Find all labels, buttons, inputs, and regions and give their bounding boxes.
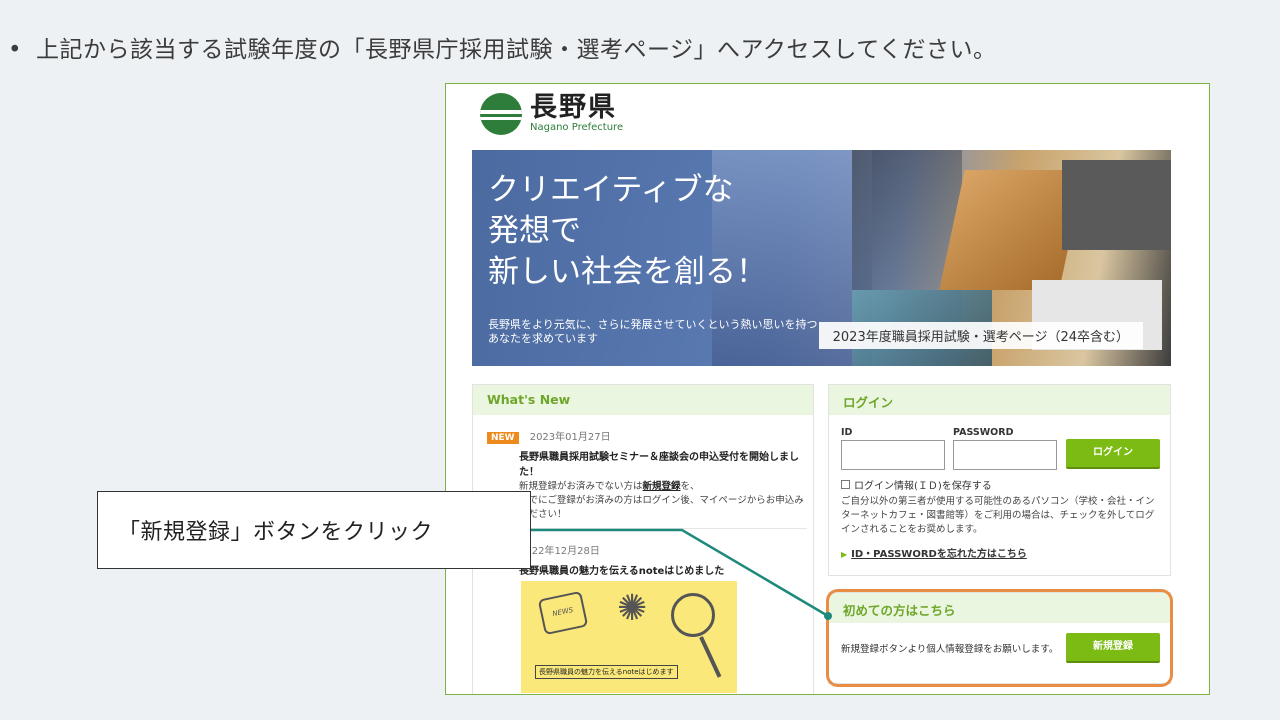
news-item: NEW 2023年01月27日 長野県職員採用試験セミナー＆座談会の申込受付を開… bbox=[487, 425, 807, 522]
register-link[interactable]: 新規登録 bbox=[643, 481, 681, 492]
connector-endpoint bbox=[824, 612, 832, 620]
note-announcement-image[interactable]: NEWS ✺ 長野県職員の魅力を伝えるnoteはじめます bbox=[521, 581, 737, 693]
news-item: 2022年12月28日 長野県職員の魅力を伝えるnoteはじめました bbox=[487, 539, 807, 579]
save-id-label: ログイン情報(ＩＤ)を保存する bbox=[854, 481, 992, 492]
triangle-right-icon: ▶ bbox=[841, 550, 848, 559]
magnifier-icon bbox=[671, 593, 715, 637]
newspaper-icon: NEWS bbox=[537, 590, 589, 636]
id-field[interactable] bbox=[841, 440, 945, 470]
login-notice: ご自分以外の第三者が使用する可能性のあるパソコン（学校・会社・インターネットカフ… bbox=[841, 496, 1155, 535]
save-id-checkbox[interactable] bbox=[841, 480, 850, 489]
callout-box: 「新規登録」ボタンをクリック bbox=[97, 491, 531, 569]
logo-sub: Nagano Prefecture bbox=[530, 122, 624, 133]
login-button[interactable]: ログイン bbox=[1066, 439, 1160, 469]
login-heading: ログイン bbox=[829, 385, 1170, 415]
save-id-row[interactable]: ログイン情報(ＩＤ)を保存する bbox=[841, 477, 992, 492]
site-logo[interactable]: 長野県 Nagano Prefecture bbox=[480, 92, 623, 136]
news-title[interactable]: 長野県職員の魅力を伝えるnoteはじめました bbox=[519, 564, 807, 579]
news-date: 2023年01月27日 bbox=[529, 432, 611, 443]
bullet-dot: • bbox=[8, 37, 23, 63]
instruction-line: • 上記から該当する試験年度の「長野県庁採用試験・選考ページ」へアクセスしてくださ… bbox=[8, 30, 997, 64]
news-divider bbox=[519, 528, 807, 529]
password-label: PASSWORD bbox=[953, 427, 1014, 438]
prefecture-emblem-icon bbox=[480, 93, 522, 135]
note-image-caption: 長野県職員の魅力を伝えるnoteはじめます bbox=[535, 665, 678, 679]
whats-new-heading: What's New bbox=[473, 385, 813, 415]
forgot-credentials-link[interactable]: ▶ ID・PASSWORDを忘れた方はこちら bbox=[841, 545, 1027, 560]
login-panel: ログイン ID PASSWORD ログイン ログイン情報(ＩＤ)を保存する ご自… bbox=[828, 384, 1171, 576]
hero-banner: クリエイティブな 発想で 新しい社会を創る！ 長野県をより元気に、さらに発展させ… bbox=[472, 150, 1171, 366]
news-title[interactable]: 長野県職員採用試験セミナー＆座談会の申込受付を開始しました！ bbox=[519, 450, 807, 480]
password-field[interactable] bbox=[953, 440, 1057, 470]
logo-name: 長野県 bbox=[530, 92, 617, 123]
registration-highlight-box bbox=[826, 589, 1173, 687]
hero-subtitle: 長野県をより元気に、さらに発展させていくという熱い思いを持つ あなたを求めていま… bbox=[488, 318, 818, 345]
sparkle-icon: ✺ bbox=[617, 588, 648, 629]
news-date: 2022年12月28日 bbox=[519, 546, 600, 557]
hero-year-badge: 2023年度職員採用試験・選考ページ（24卒含む） bbox=[818, 322, 1143, 349]
new-badge: NEW bbox=[487, 432, 519, 444]
id-label: ID bbox=[841, 427, 853, 438]
hero-title: クリエイティブな 発想で 新しい社会を創る！ bbox=[488, 172, 767, 290]
news-body: 新規登録がお済みでない方は新規登録を、 すでにご登録がお済みの方はログイン後、マ… bbox=[519, 481, 804, 520]
instruction-text: 上記から該当する試験年度の「長野県庁採用試験・選考ページ」へアクセスしてください… bbox=[36, 37, 997, 63]
callout-text: 「新規登録」ボタンをクリック bbox=[118, 520, 434, 545]
